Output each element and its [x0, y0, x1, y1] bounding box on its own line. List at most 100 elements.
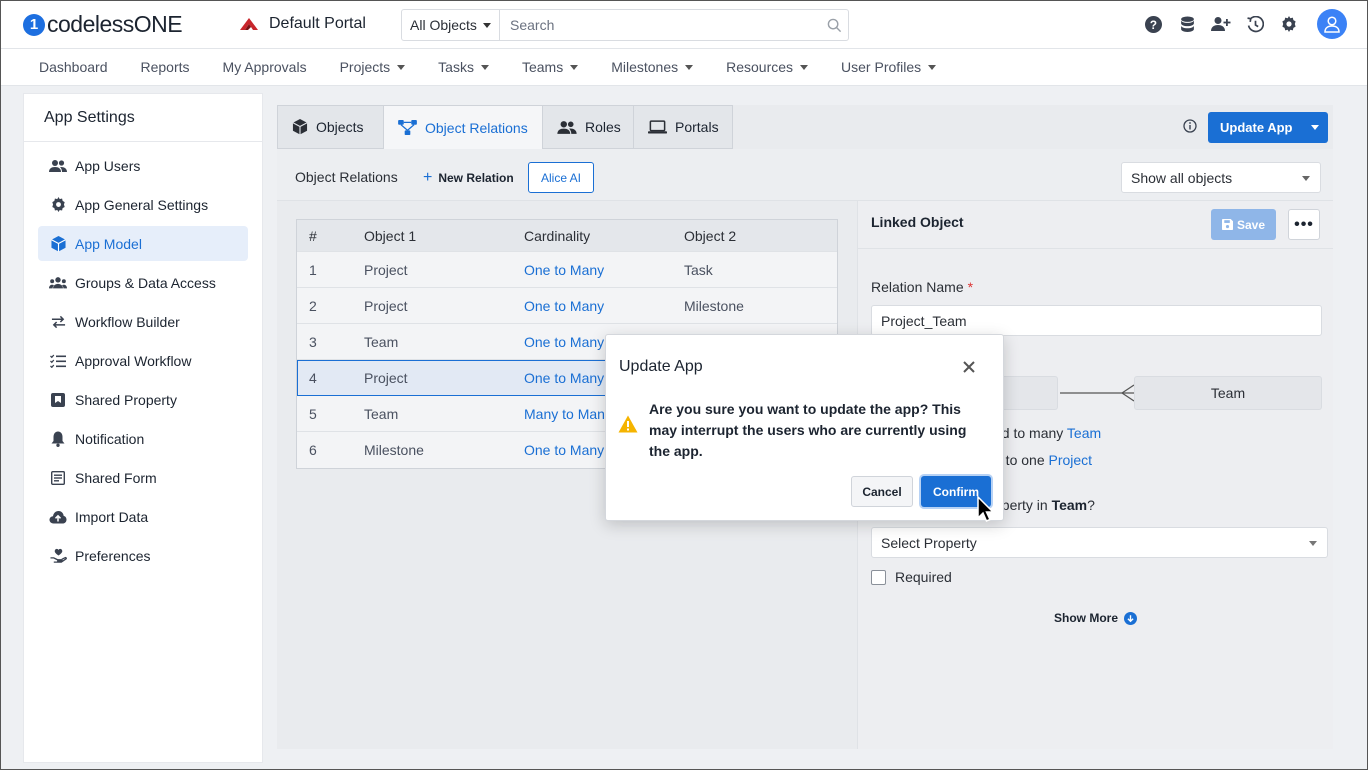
sidebar-item-label: Shared Property [75, 391, 177, 408]
row-object1: Team [364, 405, 399, 422]
row-object2: Task [684, 261, 713, 278]
sidebar-item-label: App Model [75, 235, 142, 252]
desc2-link[interactable]: Project [1049, 452, 1093, 468]
portal-logo-icon [240, 18, 258, 30]
sidebar-item-groups-data-access[interactable]: Groups & Data Access [38, 265, 248, 300]
sidebar-item-shared-form[interactable]: Shared Form [38, 460, 248, 495]
sidebar-item-app-model[interactable]: App Model [38, 226, 248, 261]
portal-name: Default Portal [269, 15, 366, 32]
cardinality-desc-1: ed to many Team [994, 425, 1101, 441]
modal-title: Update App [619, 358, 703, 375]
caret-down-icon [1311, 125, 1319, 130]
update-app-label: Update App [1220, 120, 1293, 135]
nav-user-profiles[interactable]: User Profiles [841, 59, 937, 75]
show-more-button[interactable]: Show More [1054, 611, 1138, 625]
header-object2[interactable]: Object 2 [684, 228, 834, 244]
sidebar-item-label: App Users [75, 157, 141, 174]
right-object-box: Team [1134, 376, 1322, 410]
search-input[interactable] [500, 17, 820, 33]
save-button[interactable]: Save [1211, 209, 1276, 240]
header-cardinality[interactable]: Cardinality [524, 228, 684, 244]
logo-text: codelessONE [47, 11, 183, 37]
nav-label: Reports [140, 59, 190, 75]
nav-projects[interactable]: Projects [340, 59, 406, 75]
tab-object-relations[interactable]: Object Relations [383, 105, 542, 149]
history-icon[interactable] [1245, 14, 1265, 34]
caret-down-icon [1302, 176, 1310, 181]
nav-reports[interactable]: Reports [141, 59, 190, 75]
nav-resources[interactable]: Resources [726, 59, 809, 75]
sidebar-item-label: Workflow Builder [75, 313, 180, 330]
table-row[interactable]: 1 Project One to Many Task [297, 252, 837, 288]
sidebar-item-label: App General Settings [75, 196, 209, 213]
main-nav: Dashboard Reports My Approvals Projects … [1, 49, 1367, 86]
top-bar: 1 codelessONE Default Portal All Objects… [1, 1, 1367, 49]
global-search: All Objects [401, 9, 849, 41]
cube-icon [292, 119, 308, 135]
row-num: 1 [309, 261, 317, 278]
settings-gear-icon[interactable] [1279, 14, 1299, 34]
sidebar-item-label: Notification [75, 430, 145, 447]
info-icon[interactable] [1183, 119, 1197, 136]
tab-roles[interactable]: Roles [542, 105, 633, 149]
nav-teams[interactable]: Teams [521, 59, 579, 75]
required-checkbox-row[interactable]: Required [871, 569, 952, 585]
required-checkbox[interactable] [871, 569, 886, 585]
search-scope-select[interactable]: All Objects [402, 10, 500, 40]
app-logo[interactable]: 1 codelessONE [23, 11, 183, 38]
portal-selector[interactable]: Default Portal [239, 15, 366, 33]
top-icons: ? [1143, 9, 1347, 39]
row-cardinality-link[interactable]: One to Many [524, 298, 684, 314]
alice-ai-button[interactable]: Alice AI [528, 162, 594, 193]
caret-down-icon [480, 64, 489, 70]
modal-message: Are you sure you want to update the app?… [649, 401, 967, 459]
cancel-button[interactable]: Cancel [851, 476, 913, 507]
sidebar-item-app-general-settings[interactable]: App General Settings [38, 187, 248, 222]
relation-name-input[interactable]: Project_Team [871, 305, 1322, 336]
add-user-icon[interactable] [1211, 14, 1231, 34]
tab-portals[interactable]: Portals [633, 105, 733, 149]
sidebar-item-notification[interactable]: Notification [38, 421, 248, 456]
row-object2: Milestone [684, 297, 744, 314]
header-object1[interactable]: Object 1 [364, 228, 524, 244]
sidebar-list: App Users App General Settings App Model… [24, 142, 262, 573]
more-options-button[interactable]: ••• [1288, 209, 1320, 240]
new-relation-button[interactable]: + New Relation [423, 169, 514, 187]
desc1-link[interactable]: Team [1067, 425, 1101, 441]
tab-objects[interactable]: Objects [277, 105, 383, 149]
user-avatar[interactable] [1317, 9, 1347, 39]
close-icon[interactable] [959, 357, 979, 377]
sidebar-item-workflow-builder[interactable]: Workflow Builder [38, 304, 248, 339]
sidebar-title: App Settings [24, 94, 262, 142]
nav-dashboard[interactable]: Dashboard [39, 59, 108, 75]
database-icon[interactable] [1177, 14, 1197, 34]
sidebar-item-preferences[interactable]: Preferences [38, 538, 248, 573]
select-property-dropdown[interactable]: Select Property [871, 527, 1328, 558]
table-row[interactable]: 2 Project One to Many Milestone [297, 288, 837, 324]
nav-tasks[interactable]: Tasks [438, 59, 489, 75]
nav-milestones[interactable]: Milestones [611, 59, 694, 75]
update-app-button[interactable]: Update App [1208, 112, 1328, 143]
help-icon[interactable]: ? [1143, 14, 1163, 34]
sidebar-item-import-data[interactable]: Import Data [38, 499, 248, 534]
row-num: 3 [309, 333, 317, 350]
row-cardinality-link[interactable]: One to Many [524, 262, 684, 278]
panel-header: Linked Object Save ••• [858, 201, 1333, 249]
object-filter-select[interactable]: Show all objects [1121, 162, 1321, 193]
new-relation-label: New Relation [438, 171, 514, 185]
sidebar-item-shared-property[interactable]: Shared Property [38, 382, 248, 417]
nav-label: Teams [521, 59, 564, 75]
search-icon[interactable] [820, 18, 848, 33]
select-property-value: Select Property [881, 534, 977, 551]
sidebar-item-approval-workflow[interactable]: Approval Workflow [38, 343, 248, 378]
sidebar-item-label: Groups & Data Access [75, 274, 216, 291]
laptop-icon [648, 120, 667, 134]
panel-title: Linked Object [871, 214, 964, 230]
caret-down-icon [928, 64, 937, 70]
group-icon [49, 274, 67, 292]
form-icon [49, 469, 67, 487]
nav-my-approvals[interactable]: My Approvals [223, 59, 307, 75]
header-num[interactable]: # [297, 228, 364, 244]
sidebar-item-app-users[interactable]: App Users [38, 148, 248, 183]
update-app-dropdown[interactable] [1302, 125, 1328, 130]
